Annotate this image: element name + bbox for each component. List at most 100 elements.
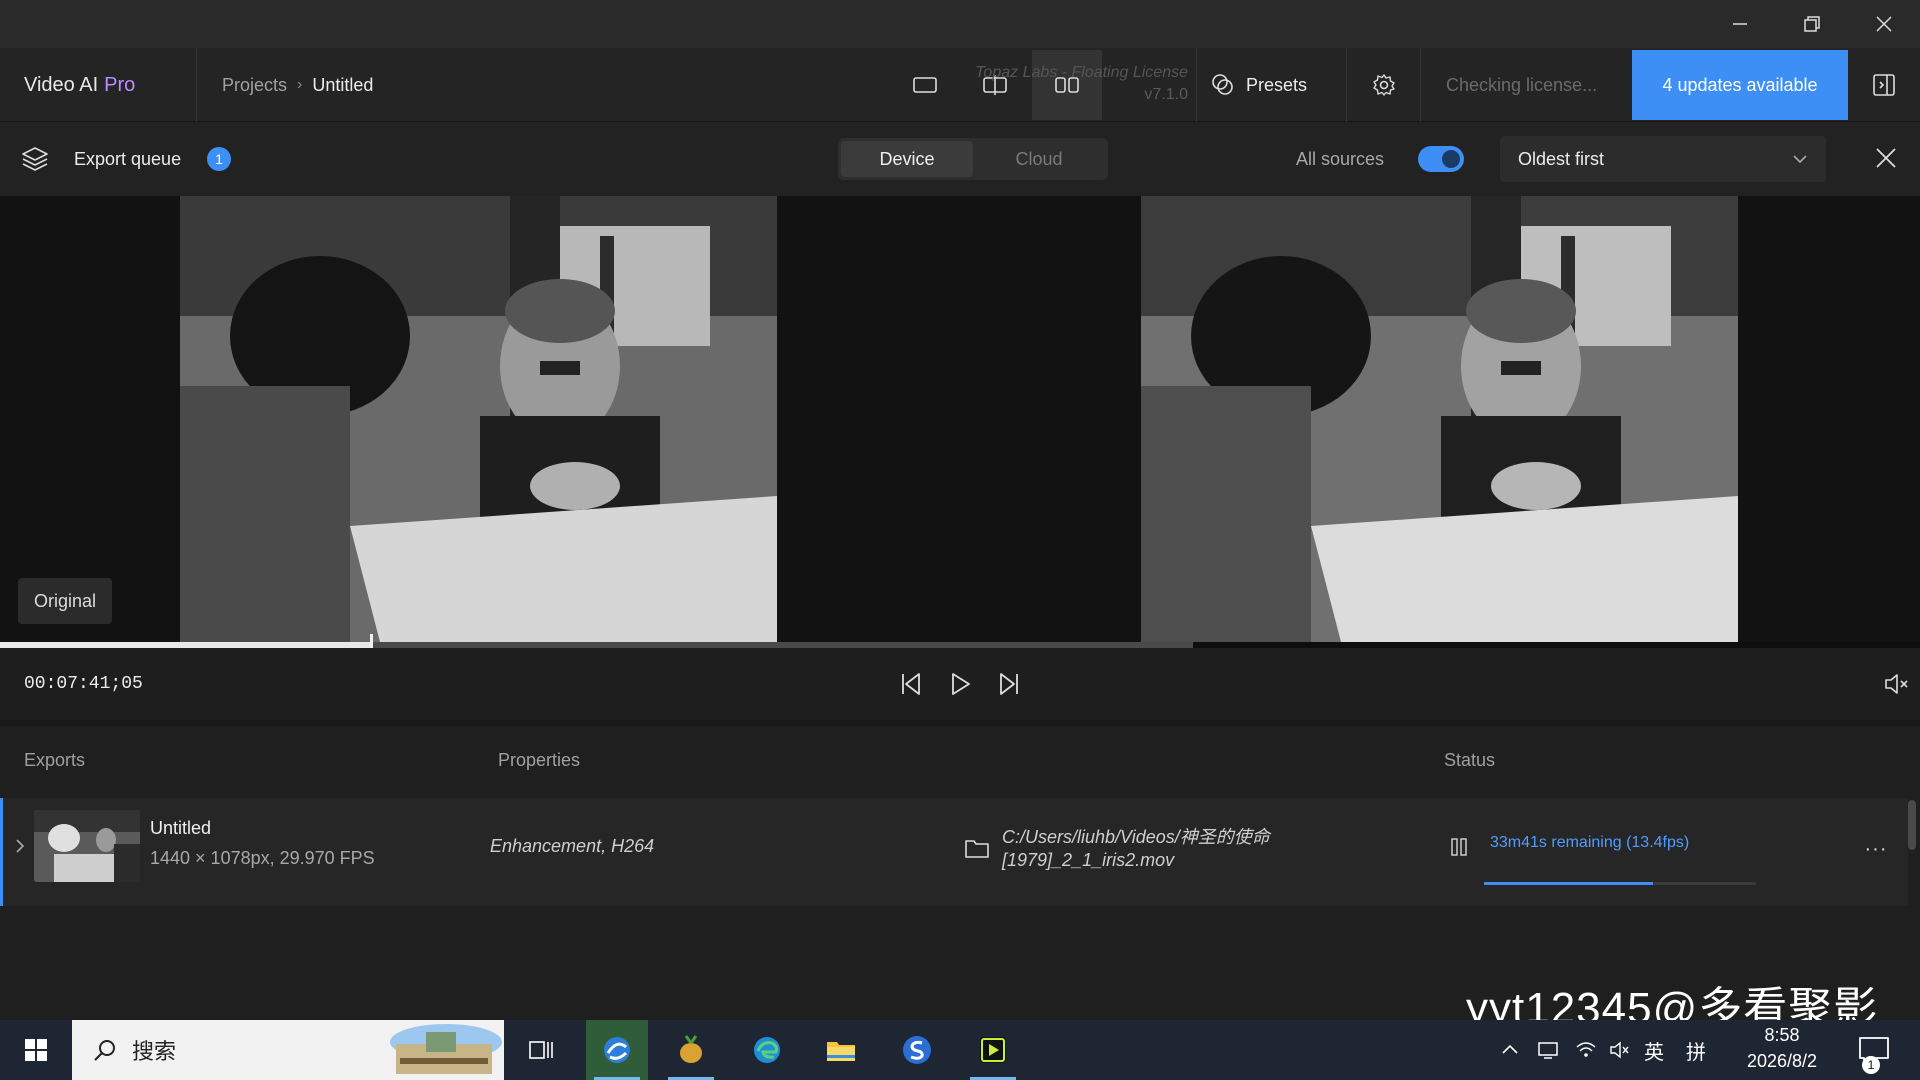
panel-toggle-button[interactable] [1862, 48, 1906, 122]
license-status: Checking license... [1446, 74, 1598, 95]
start-button[interactable] [10, 1020, 62, 1080]
breadcrumb-projects[interactable]: Projects [222, 75, 287, 96]
column-header-exports: Exports [24, 749, 86, 770]
layers-icon [22, 147, 48, 171]
video-ai-icon [980, 1037, 1006, 1063]
taskbar-app-blue[interactable] [886, 1020, 948, 1080]
step-forward-icon [1000, 673, 1018, 695]
taskbar-app-game[interactable] [660, 1020, 722, 1080]
export-status: 33m41s remaining (13.4fps) [1490, 834, 1690, 851]
restore-button[interactable] [1776, 0, 1848, 48]
minimize-icon [1733, 23, 1747, 25]
settings-button[interactable] [1362, 48, 1406, 122]
brand-pro: Pro [104, 73, 136, 96]
taskbar-app-video-ai[interactable] [962, 1020, 1024, 1080]
chevron-up-icon [1502, 1044, 1518, 1054]
close-queue-button[interactable] [1868, 140, 1904, 176]
edge-icon [754, 1037, 780, 1063]
sort-dropdown[interactable]: Oldest first [1500, 136, 1826, 182]
original-label[interactable]: Original [18, 578, 113, 624]
breadcrumb: Projects › Untitled [222, 48, 373, 122]
all-sources-label: All sources [1296, 148, 1385, 169]
breadcrumb-current: Untitled [312, 74, 374, 95]
minimize-button[interactable] [1704, 0, 1776, 48]
column-header-properties: Properties [498, 749, 581, 770]
export-properties: Enhancement, H264 [490, 836, 655, 856]
license-name: Topaz Labs - Floating License [975, 64, 1188, 81]
play-icon [952, 673, 970, 695]
clock-time: 8:58 [1764, 1025, 1800, 1045]
license-info: Topaz Labs - Floating License v7.1.0 [930, 62, 1188, 106]
app-version: v7.1.0 [1144, 86, 1188, 103]
export-thumbnail [34, 810, 140, 882]
chevron-down-icon [1793, 155, 1807, 164]
taskbar-clock[interactable]: 8:58 2026/8/2 [1722, 1022, 1842, 1074]
updates-button[interactable]: 4 updates available [1632, 50, 1848, 120]
timecode: 00:07:41;05 [24, 674, 143, 694]
header-divider [1196, 48, 1197, 122]
tab-device[interactable]: Device [841, 141, 973, 177]
queue-count-badge: 1 [207, 147, 232, 171]
sort-value: Oldest first [1518, 148, 1605, 169]
tab-cloud[interactable]: Cloud [973, 141, 1105, 177]
window-titlebar [0, 0, 1920, 48]
presets-icon [1212, 74, 1233, 95]
wifi-icon [1576, 1042, 1596, 1057]
task-view-button[interactable] [510, 1020, 572, 1080]
chevron-right-icon: › [297, 76, 303, 93]
folder-icon[interactable] [964, 836, 990, 860]
search-highlight-image [390, 1024, 502, 1074]
all-sources-toggle[interactable] [1418, 146, 1464, 172]
speaker-muted-icon [1610, 1041, 1629, 1059]
folder-icon [827, 1042, 855, 1061]
prev-frame-button[interactable] [894, 666, 930, 702]
export-queue-title: Export queue [74, 148, 182, 169]
tray-ime-mode[interactable]: 拼 [1680, 1020, 1712, 1080]
header-divider [196, 48, 197, 122]
play-button[interactable] [942, 666, 978, 702]
taskbar-app-file-explorer[interactable] [810, 1020, 872, 1080]
brand-name: Video AI [24, 73, 99, 96]
close-window-button[interactable] [1848, 0, 1920, 48]
mute-button[interactable] [1880, 666, 1912, 702]
windows-logo-icon [25, 1039, 47, 1061]
app-s-icon [903, 1036, 931, 1064]
more-options-button[interactable]: ··· [1860, 836, 1892, 862]
export-queue-header: Export queue 1 [20, 122, 232, 196]
clock-date: 2026/8/2 [1746, 1051, 1818, 1071]
export-title: Untitled [150, 818, 212, 838]
gear-icon [1373, 74, 1395, 96]
presets-label: Presets [1246, 74, 1308, 95]
header-divider [1346, 48, 1347, 122]
browser-icon [604, 1037, 630, 1063]
presets-button[interactable]: Presets [1210, 48, 1307, 122]
export-path[interactable]: C:/Users/liuhb/Videos/神圣的使命 [1979]_2_1_i… [1002, 826, 1322, 872]
taskbar-app-edge[interactable] [736, 1020, 798, 1080]
next-frame-button[interactable] [990, 666, 1026, 702]
taskbar-app-browser[interactable] [586, 1020, 648, 1080]
step-back-icon [902, 673, 920, 695]
fruit-app-icon [680, 1035, 702, 1063]
enhanced-frame [1141, 196, 1738, 642]
ellipsis-icon: ··· [1864, 837, 1888, 860]
tray-network-drive[interactable] [1532, 1020, 1564, 1080]
column-header-status: Status [1444, 749, 1496, 770]
tray-ime-language[interactable]: 英 [1638, 1020, 1670, 1080]
brand-logo: Video AI Pro [24, 48, 135, 122]
export-path-line1: C:/Users/liuhb/Videos/神圣的使命 [1002, 827, 1270, 847]
scrollbar[interactable] [1908, 800, 1916, 850]
header-divider [1420, 48, 1421, 122]
export-path-line2: [1979]_2_1_iris2.mov [1002, 850, 1175, 870]
close-icon [1876, 16, 1892, 32]
pause-icon[interactable] [1448, 836, 1470, 858]
tray-volume[interactable] [1604, 1020, 1636, 1080]
chevron-right-icon[interactable] [12, 836, 28, 856]
close-icon [1876, 148, 1896, 168]
sidebar-panel-icon [1873, 74, 1895, 96]
tray-wifi[interactable] [1570, 1020, 1602, 1080]
original-frame [180, 196, 777, 642]
show-hidden-icons-button[interactable] [1496, 1020, 1524, 1080]
search-placeholder: 搜索 [132, 1039, 177, 1064]
export-progress-bar [1484, 882, 1653, 885]
device-cloud-switch: Device Cloud [838, 138, 1108, 180]
